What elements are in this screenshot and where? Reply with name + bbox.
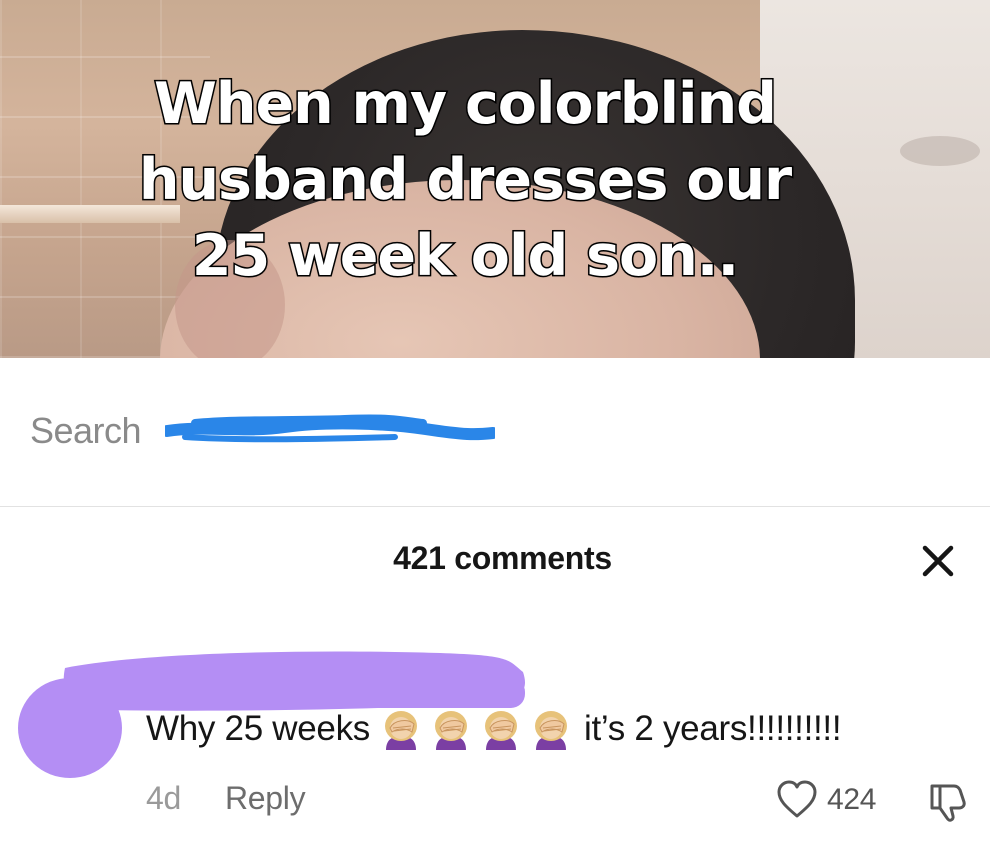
like-button[interactable]: 424 [775, 778, 876, 822]
reply-button[interactable]: Reply [225, 780, 306, 817]
comment-text-before: Why 25 weeks [146, 709, 370, 748]
woman-facepalming-icon [535, 711, 567, 750]
woman-facepalming-icon [385, 711, 417, 750]
close-x-icon [922, 545, 954, 577]
like-count: 424 [827, 783, 877, 816]
divider [0, 506, 990, 507]
background-light [900, 136, 980, 166]
heart-outline-icon [777, 780, 817, 818]
search-label[interactable]: Search [30, 410, 142, 452]
comment-item: Why 25 weeks it’s 2 years!!!!!!!!!! 4d R… [0, 620, 990, 845]
caption-line-2: husband dresses our [137, 146, 793, 215]
video-frame[interactable]: When my colorblind husband dresses our 2… [0, 0, 990, 358]
caption-line-1: When my colorblind [153, 70, 779, 139]
search-bar[interactable]: Search [0, 358, 990, 506]
thumbs-down-icon[interactable] [924, 780, 968, 824]
comment-text: Why 25 weeks it’s 2 years!!!!!!!!!! [146, 706, 842, 752]
caption-line-3: 25 week old son.. [190, 222, 740, 291]
comments-header: 421 comments [0, 530, 990, 590]
comments-count: 421 comments [393, 540, 612, 576]
woman-facepalming-icon [485, 711, 517, 750]
emoji-group [378, 706, 578, 752]
comment-timestamp: 4d [146, 780, 181, 816]
woman-facepalming-icon [435, 711, 467, 750]
video-caption: When my colorblind husband dresses our 2… [60, 66, 870, 294]
search-redaction-scribble [165, 414, 495, 443]
comment-meta: 4d Reply [146, 780, 306, 817]
comment-text-after: it’s 2 years!!!!!!!!!! [584, 709, 842, 748]
close-button[interactable] [915, 538, 961, 584]
